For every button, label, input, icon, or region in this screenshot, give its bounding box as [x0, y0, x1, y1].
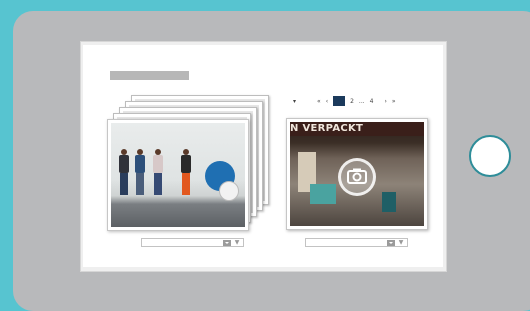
select-toggle-icon[interactable]: [387, 240, 395, 246]
prev-page-link[interactable]: ‹: [326, 98, 328, 105]
next-page-link[interactable]: ›: [384, 98, 386, 105]
camera-icon: [347, 168, 367, 184]
first-page-link[interactable]: «: [317, 98, 321, 105]
pagination: ▾ « ‹ 1 2 ... 4 › »: [293, 96, 401, 106]
chevron-down-icon[interactable]: ▼: [233, 240, 241, 246]
fashion-mannequins-image: [111, 123, 245, 227]
camera-overlay[interactable]: [338, 158, 376, 196]
mannequin: [181, 149, 191, 195]
photo-preview[interactable]: N VERPACKT: [286, 118, 428, 230]
mannequin: [153, 149, 163, 195]
page-title-placeholder: [110, 71, 189, 80]
page-link-2[interactable]: 2: [350, 98, 354, 105]
select-toggle-icon[interactable]: [223, 240, 231, 246]
current-page[interactable]: 1: [333, 96, 346, 106]
mannequin: [135, 149, 145, 195]
shop-window-image: N VERPACKT: [290, 122, 424, 226]
chevron-down-icon[interactable]: ▼: [397, 240, 405, 246]
mannequin: [119, 149, 129, 195]
pagination-ellipsis: ...: [358, 97, 365, 105]
left-select[interactable]: ▼: [141, 238, 244, 247]
box-shape: [382, 192, 396, 212]
album-stack-front[interactable]: [107, 119, 249, 231]
right-select[interactable]: ▼: [305, 238, 408, 247]
home-button[interactable]: [469, 135, 511, 177]
banner-text: N VERPACKT: [290, 122, 424, 136]
tablet-screen: ▾ « ‹ 1 2 ... 4 › » N VERPACKT ▼ ▼: [81, 42, 446, 271]
logo-badge: [219, 181, 239, 201]
page-content: ▾ « ‹ 1 2 ... 4 › » N VERPACKT ▼ ▼: [83, 45, 443, 267]
page-link-4[interactable]: 4: [370, 98, 374, 105]
chair-shape: [310, 184, 336, 204]
page-size-dropdown[interactable]: ▾: [293, 98, 296, 105]
last-page-link[interactable]: »: [392, 98, 396, 105]
